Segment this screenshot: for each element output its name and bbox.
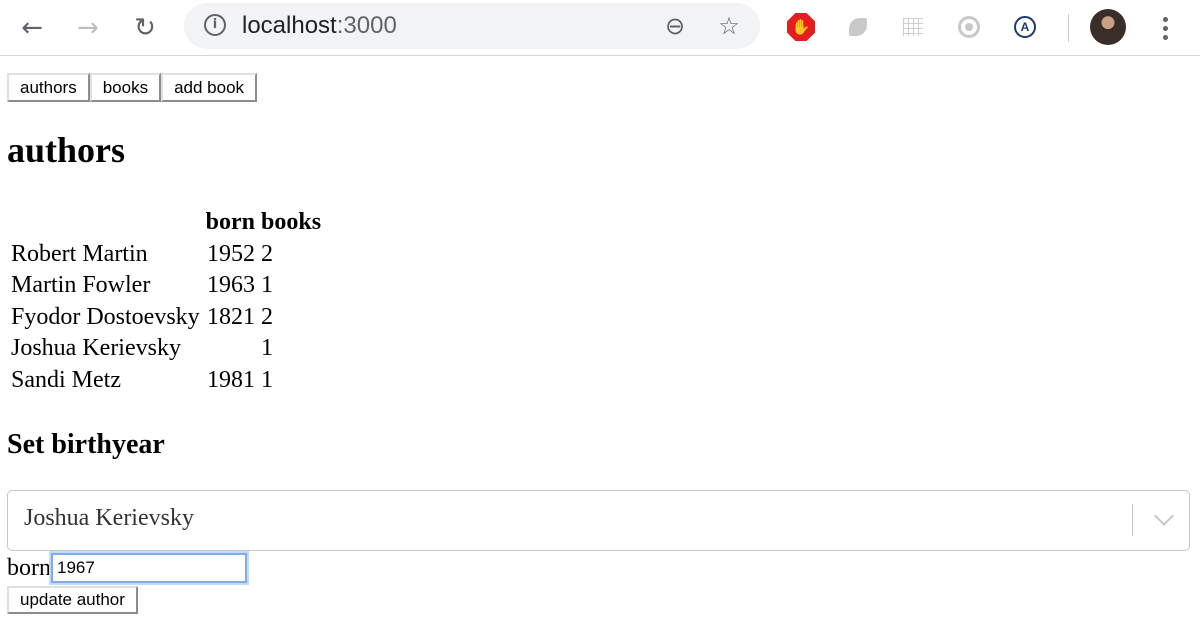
url-port: :3000 [336,12,397,39]
back-icon[interactable]: ← [14,10,50,46]
author-born: 1821 [207,303,256,330]
hand-icon: ✋ [787,13,815,41]
forward-icon[interactable]: → [70,10,106,46]
nav-buttons: authors books add book [7,73,258,102]
author-select-value: Joshua Kerievsky [24,505,194,531]
author-name: Joshua Kerievsky [11,335,181,362]
header-name [9,207,202,239]
reload-icon[interactable]: ↻ [127,10,163,46]
target-icon [958,16,980,38]
table-header-row: born books [9,207,323,239]
url-text[interactable]: localhost:3000 [242,12,397,40]
authors-table: born books Robert Martin 1952 2 Martin F… [7,207,325,396]
author-books: 1 [261,335,274,362]
browser-toolbar: ← → ↻ i localhost:3000 ⊖ ☆ ✋ A [0,0,1200,56]
a-extension-icon[interactable]: A [1010,12,1040,42]
leaf-icon [849,18,867,36]
target-extension-icon[interactable] [954,12,984,42]
table-row: Robert Martin 1952 2 [9,239,323,271]
author-books: 1 [261,272,274,299]
author-born: 1981 [207,366,256,393]
address-bar[interactable]: i localhost:3000 ⊖ ☆ [184,3,760,49]
author-books: 2 [261,240,274,267]
authors-button[interactable]: authors [7,73,90,102]
author-name: Robert Martin [11,240,148,267]
table-row: Sandi Metz 1981 1 [9,365,323,397]
zoom-out-icon[interactable]: ⊖ [660,11,690,41]
table-row: Martin Fowler 1963 1 [9,270,323,302]
page-content: authors books add book authors born book… [0,57,1200,628]
header-books: books [261,209,322,236]
born-label: born [7,555,51,581]
adblock-extension-icon[interactable]: ✋ [786,12,816,42]
select-separator [1132,504,1133,536]
star-icon[interactable]: ☆ [714,11,744,41]
header-born: born [205,209,256,236]
author-born [204,333,257,365]
toolbar-divider [1068,14,1069,42]
author-name: Fyodor Dostoevsky [11,303,200,330]
grid-extension-icon[interactable] [898,12,928,42]
set-birthyear-title: Set birthyear [7,429,165,460]
author-name: Sandi Metz [11,366,121,393]
author-books: 1 [261,366,274,393]
chevron-down-icon[interactable] [1154,506,1174,526]
table-row: Fyodor Dostoevsky 1821 2 [9,302,323,334]
kebab-menu-icon[interactable] [1150,10,1180,46]
profile-avatar[interactable] [1090,9,1126,45]
books-button[interactable]: books [89,73,162,102]
author-born: 1952 [207,240,256,267]
born-input[interactable] [51,553,247,583]
page-title: authors [7,130,126,170]
author-name: Martin Fowler [11,272,151,299]
table-row: Joshua Kerievsky 1 [9,333,323,365]
url-host: localhost [242,12,337,39]
author-books: 2 [261,303,274,330]
update-author-button[interactable]: update author [7,586,138,614]
author-born: 1963 [207,272,256,299]
add-book-button[interactable]: add book [161,73,258,102]
letter-a-icon: A [1014,16,1036,38]
grid-icon [903,18,923,36]
info-icon[interactable]: i [204,14,226,36]
leaf-extension-icon[interactable] [843,12,873,42]
author-select[interactable]: Joshua Kerievsky [7,490,1190,551]
